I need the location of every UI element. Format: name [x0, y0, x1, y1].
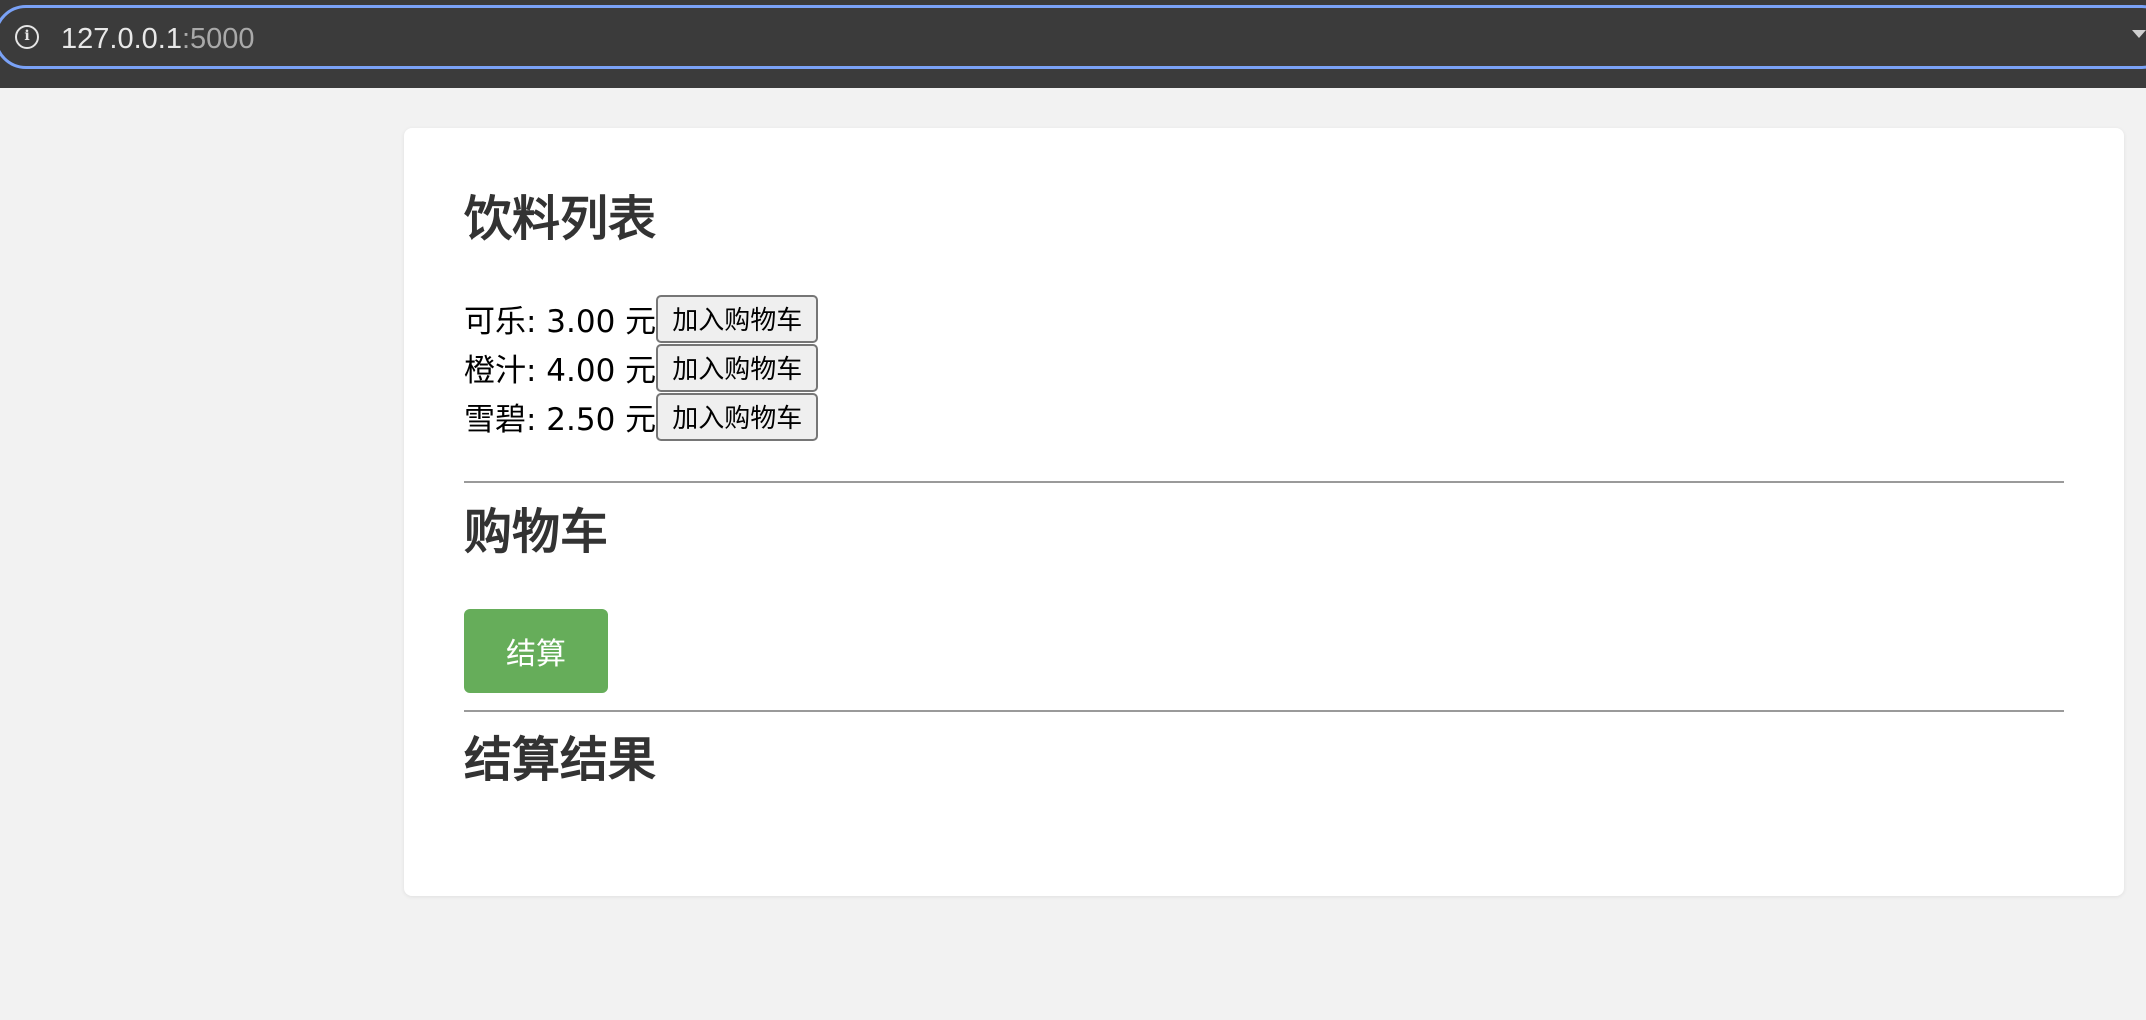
divider: [464, 481, 2064, 483]
drink-label: 橙汁: 4.00 元: [464, 353, 657, 389]
url-host: 127.0.0.1: [61, 23, 182, 55]
drink-list: 可乐: 3.00 元 加入购物车 橙汁: 4.00 元 加入购物车 雪碧: 2.…: [464, 294, 819, 441]
list-item: 可乐: 3.00 元 加入购物车: [464, 294, 819, 343]
checkout-result-title: 结算结果: [464, 732, 657, 788]
main-card: 饮料列表 可乐: 3.00 元 加入购物车 橙汁: 4.00 元 加入购物车 雪…: [404, 128, 2124, 896]
url-port: :5000: [181, 23, 255, 55]
list-item: 雪碧: 2.50 元 加入购物车: [464, 392, 819, 441]
browser-toolbar: i 127.0.0.1:5000: [0, 0, 2146, 88]
drink-label: 可乐: 3.00 元: [464, 304, 657, 340]
address-bar[interactable]: i 127.0.0.1:5000: [0, 5, 2146, 69]
checkout-button[interactable]: 结算: [464, 609, 608, 693]
cart-title: 购物车: [464, 504, 609, 560]
divider: [464, 710, 2064, 712]
add-to-cart-button[interactable]: 加入购物车: [656, 343, 819, 392]
list-item: 橙汁: 4.00 元 加入购物车: [464, 343, 819, 392]
drink-label: 雪碧: 2.50 元: [464, 402, 657, 438]
url-text[interactable]: 127.0.0.1:5000: [61, 22, 255, 56]
drink-list-title: 饮料列表: [464, 191, 657, 247]
chevron-down-icon[interactable]: [2132, 30, 2146, 38]
add-to-cart-button[interactable]: 加入购物车: [656, 294, 819, 343]
info-icon[interactable]: i: [15, 25, 39, 49]
add-to-cart-button[interactable]: 加入购物车: [656, 392, 819, 441]
